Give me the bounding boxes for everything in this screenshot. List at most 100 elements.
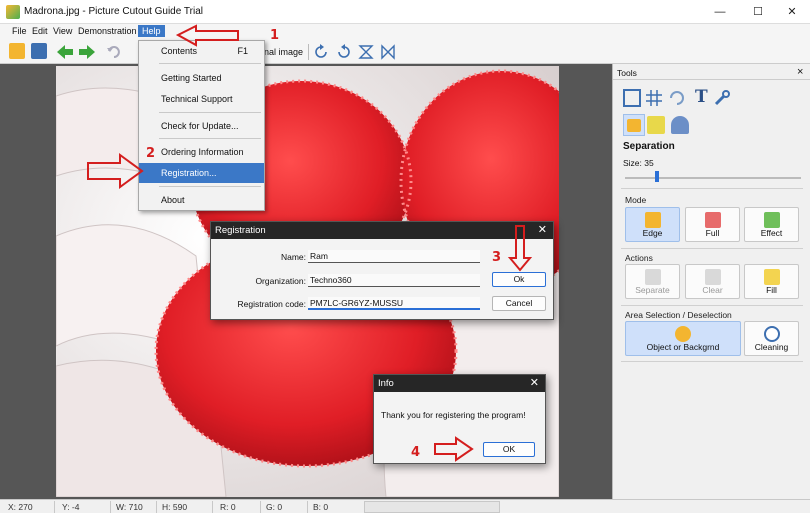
status-b: B: 0 [313, 502, 329, 512]
registration-code-field[interactable]: PM7LC-GR6YZ-MUSSU [308, 297, 480, 310]
annotation-number-2: 2 [146, 146, 156, 161]
info-close-icon[interactable]: ✕ [530, 376, 539, 389]
annotation-number-1: 1 [270, 28, 280, 43]
info-dialog: Info ✕ Thank you for registering the pro… [373, 374, 546, 464]
window-title: Madrona.jpg - Picture Cutout Guide Trial [24, 6, 203, 17]
open-icon[interactable] [9, 43, 25, 59]
contents-label: Contents [161, 46, 198, 56]
object-circle-icon [675, 326, 691, 342]
menu-item-getting-started[interactable]: Getting Started [139, 68, 264, 88]
name-field[interactable]: Ram [308, 250, 480, 263]
menu-help[interactable]: Help [138, 25, 165, 37]
rotate-left-icon[interactable] [336, 44, 352, 60]
flip-vertical-icon[interactable] [358, 44, 374, 60]
edge-icon [644, 212, 661, 228]
mode-effect-button[interactable]: Effect [744, 207, 799, 242]
maximize-button[interactable]: ☐ [740, 0, 776, 24]
menu-item-check-update[interactable]: Check for Update... [139, 116, 264, 136]
menu-demonstration[interactable]: Demonstration [76, 26, 139, 36]
menu-file[interactable]: File [10, 26, 29, 36]
menu-item-contents[interactable]: Contents F1 [139, 41, 264, 61]
action-fill-button[interactable]: Fill [744, 264, 799, 299]
panel-divider [621, 305, 803, 306]
wrench-icon[interactable] [713, 89, 731, 107]
toolbar-divider [308, 44, 309, 60]
title-bar: Madrona.jpg - Picture Cutout Guide Trial… [0, 0, 810, 24]
organization-field[interactable]: Techno360 [308, 274, 480, 287]
size-slider-thumb[interactable] [654, 171, 659, 182]
status-separator [212, 501, 213, 513]
mode-label: Mode [625, 195, 647, 205]
menu-item-ordering-info[interactable]: Ordering Information [139, 142, 264, 162]
full-icon [704, 212, 721, 228]
save-icon[interactable] [31, 43, 47, 59]
panel-divider [621, 248, 803, 249]
clear-label: Clear [702, 285, 723, 295]
brush-tool-icon[interactable] [671, 116, 689, 134]
undo-icon[interactable] [106, 44, 122, 60]
effect-label: Effect [760, 228, 783, 238]
cleaning-circle-icon [763, 326, 780, 342]
tools-close-icon[interactable]: × [797, 66, 803, 78]
mode-full-button[interactable]: Full [685, 207, 740, 242]
status-separator [260, 501, 261, 513]
back-arrow-icon[interactable] [56, 44, 74, 60]
menu-bar: File Edit View Demonstration Help [0, 24, 810, 40]
menu-item-technical-support[interactable]: Technical Support [139, 89, 264, 109]
menu-separator [159, 63, 261, 64]
registration-cancel-button[interactable]: Cancel [492, 296, 546, 311]
area-selection-label: Area Selection / Deselection [625, 310, 732, 320]
registration-ok-button[interactable]: Ok [492, 272, 546, 287]
annotation-number-3: 3 [492, 250, 502, 265]
info-message: Thank you for registering the program! [381, 410, 526, 420]
menu-separator [159, 138, 261, 139]
forward-arrow-icon[interactable] [78, 44, 96, 60]
menu-view[interactable]: View [51, 26, 74, 36]
text-tool-icon[interactable]: T [695, 87, 708, 107]
tools-panel: Tools × T Separation Size: 35 Mode Edge … [612, 64, 810, 499]
size-slider-track[interactable] [625, 177, 801, 179]
menu-item-about[interactable]: About [139, 190, 264, 210]
getting-started-label: Getting Started [161, 73, 222, 83]
menu-item-registration[interactable]: Registration... [139, 163, 264, 183]
help-menu-dropdown: Contents F1 Getting Started Technical Su… [138, 40, 265, 211]
size-label: Size: 35 [623, 158, 654, 168]
rotate-right-icon[interactable] [313, 44, 329, 60]
original-image-label[interactable]: inal image [262, 47, 303, 57]
action-separate-button[interactable]: Separate [625, 264, 680, 299]
full-label: Full [705, 228, 720, 238]
info-ok-button[interactable]: OK [483, 442, 535, 457]
status-separator [307, 501, 308, 513]
name-label: Name: [280, 252, 306, 262]
object-label: Object or Backgrnd [646, 342, 720, 352]
separation-tool-icon[interactable] [623, 114, 645, 136]
fill-tool-icon[interactable] [647, 116, 665, 134]
minimize-button[interactable]: — [702, 0, 738, 24]
crop-icon[interactable] [623, 89, 641, 107]
object-or-background-button[interactable]: Object or Backgrnd [625, 321, 741, 356]
registration-dialog-titlebar: Registration ✕ [211, 222, 553, 239]
status-y: Y: -4 [62, 502, 80, 512]
flip-horizontal-icon[interactable] [380, 44, 396, 60]
panel-divider [621, 188, 803, 189]
panel-divider [621, 361, 803, 362]
cleaning-button[interactable]: Cleaning [744, 321, 799, 356]
menu-edit[interactable]: Edit [30, 26, 50, 36]
registration-dialog-title: Registration [215, 225, 266, 236]
registration-close-icon[interactable]: ✕ [538, 223, 547, 236]
registration-code-label: Registration code: [237, 299, 306, 309]
undo-tool-icon[interactable] [667, 89, 685, 107]
close-button[interactable]: ✕ [774, 0, 810, 24]
fill-icon [763, 269, 780, 285]
menu-separator [159, 186, 261, 187]
grid-icon[interactable] [645, 89, 663, 107]
fill-label: Fill [766, 285, 777, 295]
mode-edge-button[interactable]: Edge [625, 207, 680, 242]
info-dialog-titlebar: Info ✕ [374, 375, 545, 392]
technical-support-label: Technical Support [161, 94, 233, 104]
annotation-number-4: 4 [411, 445, 421, 460]
toolbar: inal image [0, 40, 810, 64]
separate-label: Separate [635, 285, 670, 295]
check-update-label: Check for Update... [161, 121, 239, 131]
action-clear-button[interactable]: Clear [685, 264, 740, 299]
